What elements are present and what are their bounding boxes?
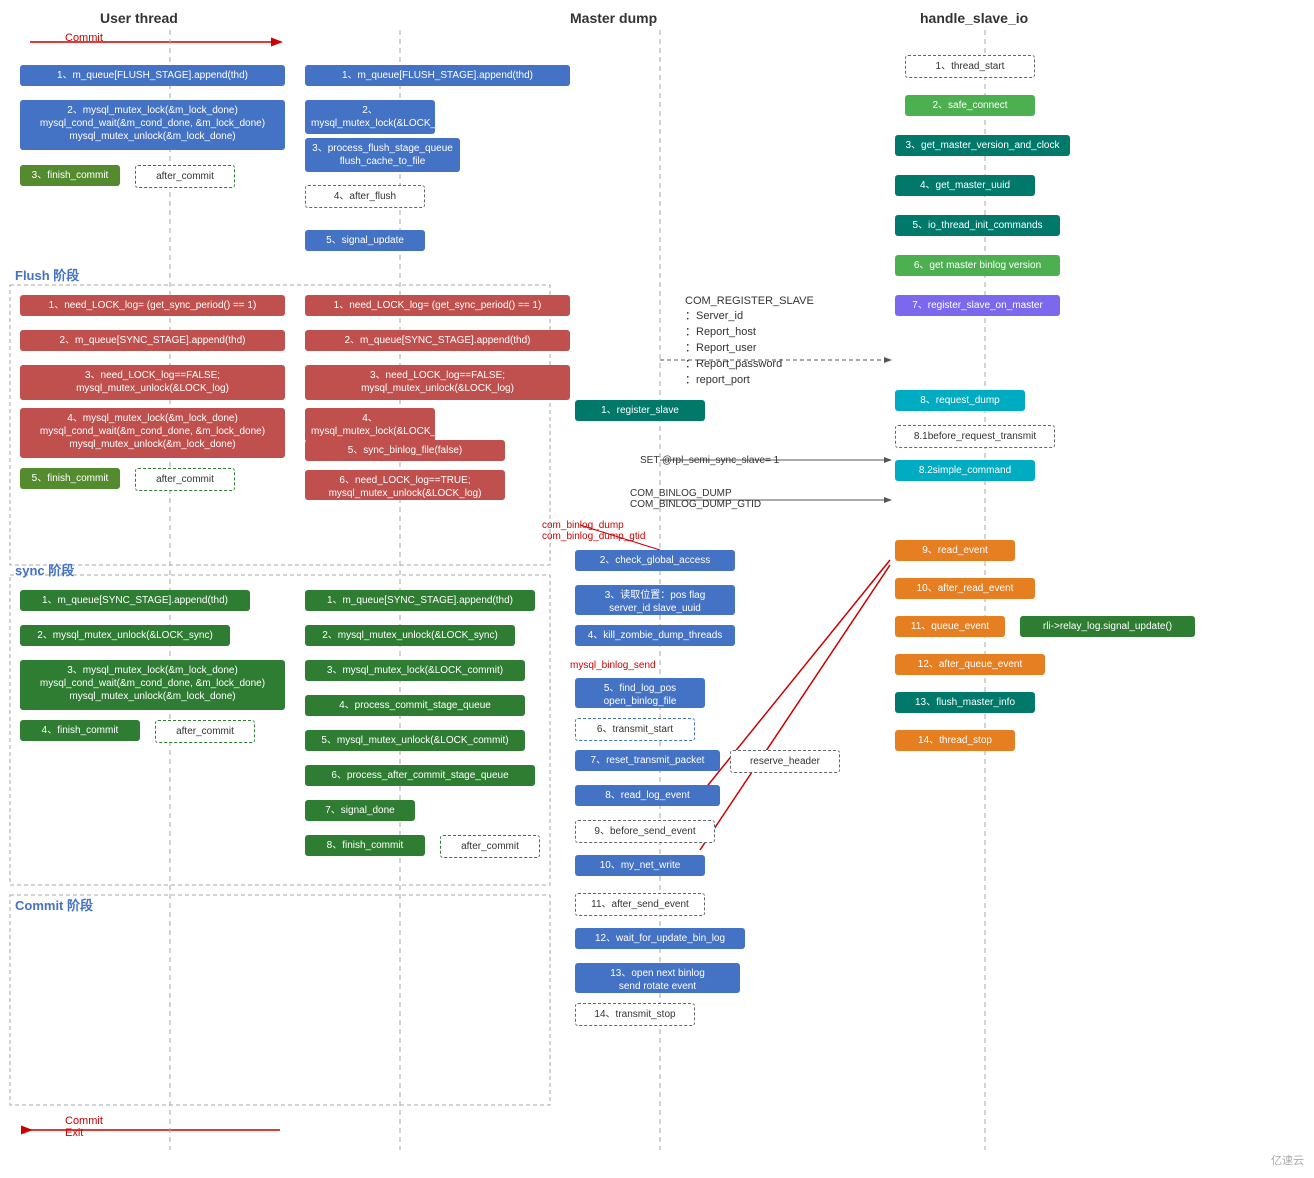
watermark: 亿速云 bbox=[1271, 1152, 1304, 1168]
section-flush-label: Flush 阶段 bbox=[15, 265, 79, 284]
slave-box14: 14、thread_stop bbox=[895, 730, 1015, 751]
slave-box11: 11、queue_event bbox=[895, 616, 1005, 637]
slave-box11b: rli->relay_log.signal_update() bbox=[1020, 616, 1195, 637]
slave-box4: 4、get_master_uuid bbox=[895, 175, 1035, 196]
commit-ut1-box3: 3、mysql_mutex_lock(&m_lock_done)mysql_co… bbox=[20, 660, 285, 710]
slave-box3: 3、get_master_version_and_clock bbox=[895, 135, 1070, 156]
commit-ut1-box4b: after_commit bbox=[155, 720, 255, 743]
slave-box13: 13、flush_master_info bbox=[895, 692, 1035, 713]
flush-ut2-box3: 3、process_flush_stage_queueflush_cache_t… bbox=[305, 138, 460, 172]
sync-ut2-box4: 4、mysql_mutex_lock(&LOCK_sync) bbox=[305, 408, 435, 442]
dump-box2: 2、check_global_access bbox=[575, 550, 735, 571]
flush-ut1-box2: 2、mysql_mutex_lock(&m_lock_done)mysql_co… bbox=[20, 100, 285, 150]
slave-box8-2: 8.2simple_command bbox=[895, 460, 1035, 481]
slave-box7: 7、register_slave_on_master bbox=[895, 295, 1060, 316]
slave-box10: 10、after_read_event bbox=[895, 578, 1035, 599]
sync-ut2-box5: 5、sync_binlog_file(false) bbox=[305, 440, 505, 461]
set-rpl-label: SET @rpl_semi_sync_slave= 1 bbox=[640, 455, 779, 466]
flush-ut1-box1: 1、m_queue[FLUSH_STAGE].append(thd) bbox=[20, 65, 285, 86]
commit-ut1-box4: 4、finish_commit bbox=[20, 720, 140, 741]
flush-ut1-box3a: 3、finish_commit bbox=[20, 165, 120, 186]
slave-box1: 1、thread_start bbox=[905, 55, 1035, 78]
flush-ut2-box4: 4、after_flush bbox=[305, 185, 425, 208]
sync-ut1-box5a: 5、finish_commit bbox=[20, 468, 120, 489]
commit-ut1-box2: 2、mysql_mutex_unlock(&LOCK_sync) bbox=[20, 625, 230, 646]
col-header-handle-slave-io: handle_slave_io bbox=[920, 10, 1028, 26]
dump-box7b: reserve_header bbox=[730, 750, 840, 773]
commit-ut2-box4: 4、process_commit_stage_queue bbox=[305, 695, 525, 716]
com-register-slave-label: COM_REGISTER_SLAVE ：Server_id ：Report_ho… bbox=[685, 295, 814, 387]
slave-box8-1: 8.1before_request_transmit bbox=[895, 425, 1055, 448]
sync-ut2-box3: 3、need_LOCK_log==FALSE;mysql_mutex_unloc… bbox=[305, 365, 570, 400]
dump-box8: 8、read_log_event bbox=[575, 785, 720, 806]
commit-ut2-box8a: 8、finish_commit bbox=[305, 835, 425, 856]
com-binlog-dump-label: COM_BINLOG_DUMPCOM_BINLOG_DUMP_GTID bbox=[630, 488, 761, 510]
commit-ut2-box3: 3、mysql_mutex_lock(&LOCK_commit) bbox=[305, 660, 525, 681]
dump-box7: 7、reset_transmit_packet bbox=[575, 750, 720, 771]
dump-box13: 13、open next binlogsend rotate event bbox=[575, 963, 740, 993]
flush-ut2-box2: 2、mysql_mutex_lock(&LOCK_log) bbox=[305, 100, 435, 134]
slave-box8: 8、request_dump bbox=[895, 390, 1025, 411]
sync-ut1-box2: 2、m_queue[SYNC_STAGE].append(thd) bbox=[20, 330, 285, 351]
commit-ut2-box1: 1、m_queue[SYNC_STAGE].append(thd) bbox=[305, 590, 535, 611]
sync-ut2-box2: 2、m_queue[SYNC_STAGE].append(thd) bbox=[305, 330, 570, 351]
slave-box6: 6、get master binlog version bbox=[895, 255, 1060, 276]
slave-box5: 5、io_thread_init_commands bbox=[895, 215, 1060, 236]
sync-ut1-box3: 3、need_LOCK_log==FALSE;mysql_mutex_unloc… bbox=[20, 365, 285, 400]
sync-ut1-box4: 4、mysql_mutex_lock(&m_lock_done)mysql_co… bbox=[20, 408, 285, 458]
dump-box5: 5、find_log_posopen_binlog_file bbox=[575, 678, 705, 708]
sync-ut2-box6: 6、need_LOCK_log==TRUE;mysql_mutex_unlock… bbox=[305, 470, 505, 500]
dump-box6: 6、transmit_start bbox=[575, 718, 695, 741]
com-binlog-dump-red: com_binlog_dumpcom_binlog_dump_gtid bbox=[542, 520, 645, 542]
dump-label-mysql-binlog-send: mysql_binlog_send bbox=[570, 660, 656, 671]
commit-ut2-box2: 2、mysql_mutex_unlock(&LOCK_sync) bbox=[305, 625, 515, 646]
sync-ut1-box5b: after_commit bbox=[135, 468, 235, 491]
commit-label-bottom: CommitExit bbox=[65, 1115, 103, 1139]
commit-ut2-box7: 7、signal_done bbox=[305, 800, 415, 821]
sync-ut1-box1: 1、need_LOCK_log= (get_sync_period() == 1… bbox=[20, 295, 285, 316]
section-sync-label: sync 阶段 bbox=[15, 560, 74, 579]
col-header-user-thread: User thread bbox=[100, 10, 178, 26]
slave-box12: 12、after_queue_event bbox=[895, 654, 1045, 675]
sync-ut2-box1: 1、need_LOCK_log= (get_sync_period() == 1… bbox=[305, 295, 570, 316]
slave-box2: 2、safe_connect bbox=[905, 95, 1035, 116]
dump-box3: 3、读取位置：pos flagserver_id slave_uuid bbox=[575, 585, 735, 615]
dump-register-slave: 1、register_slave bbox=[575, 400, 705, 421]
commit-ut1-box1: 1、m_queue[SYNC_STAGE].append(thd) bbox=[20, 590, 250, 611]
diagram-container: User thread Master dump handle_slave_io … bbox=[0, 0, 1314, 1178]
section-commit-label: Commit 阶段 bbox=[15, 895, 93, 914]
col-header-master-dump: Master dump bbox=[570, 10, 657, 26]
flush-ut1-box3b: after_commit bbox=[135, 165, 235, 188]
commit-label-top: Commit bbox=[65, 32, 103, 44]
commit-ut2-box5: 5、mysql_mutex_unlock(&LOCK_commit) bbox=[305, 730, 525, 751]
dump-box9: 9、before_send_event bbox=[575, 820, 715, 843]
flush-ut2-box5: 5、signal_update bbox=[305, 230, 425, 251]
commit-ut2-box8b: after_commit bbox=[440, 835, 540, 858]
dump-box10: 10、my_net_write bbox=[575, 855, 705, 876]
slave-box9: 9、read_event bbox=[895, 540, 1015, 561]
dump-box14: 14、transmit_stop bbox=[575, 1003, 695, 1026]
flush-ut2-box1: 1、m_queue[FLUSH_STAGE].append(thd) bbox=[305, 65, 570, 86]
dump-box12: 12、wait_for_update_bin_log bbox=[575, 928, 745, 949]
commit-ut2-box6: 6、process_after_commit_stage_queue bbox=[305, 765, 535, 786]
dump-box11: 11、after_send_event bbox=[575, 893, 705, 916]
dump-box4: 4、kill_zombie_dump_threads bbox=[575, 625, 735, 646]
